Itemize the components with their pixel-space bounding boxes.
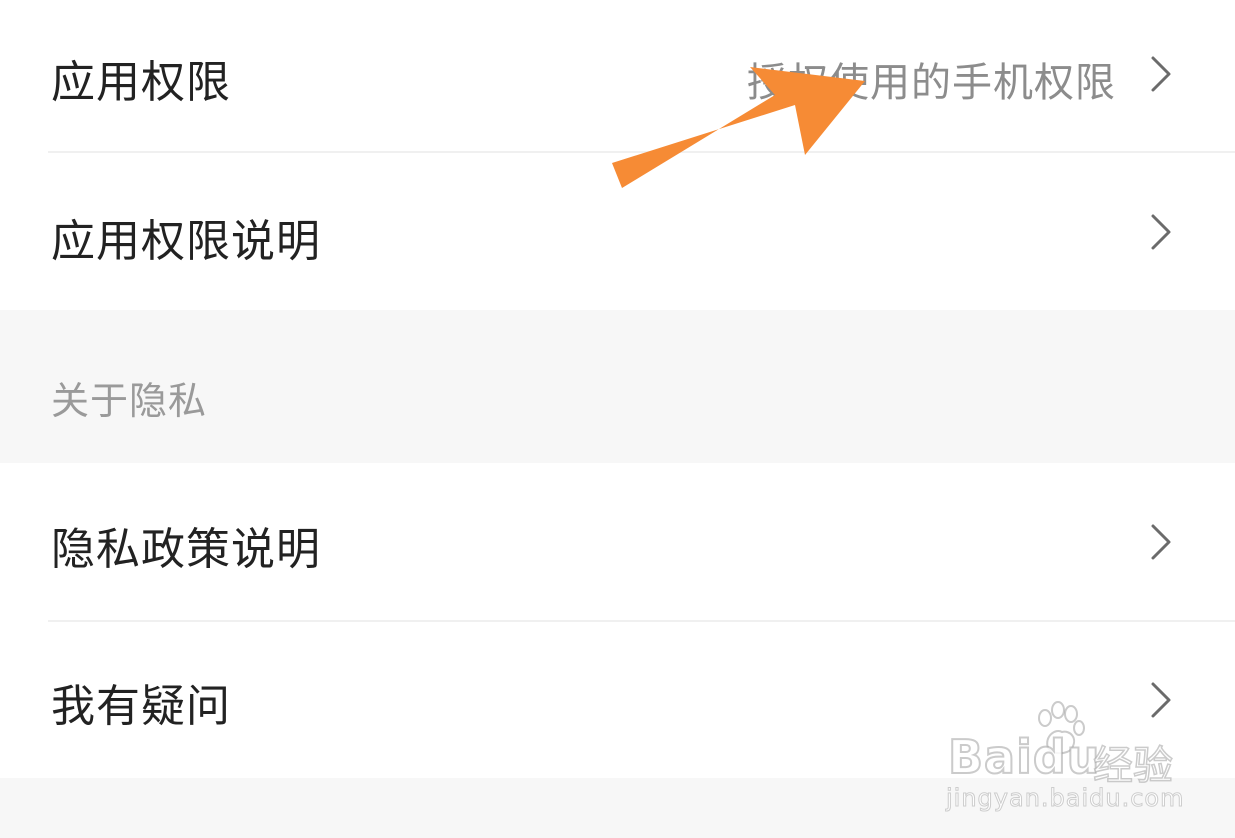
watermark-sub: 经验 [1092,742,1174,790]
app-permissions-info-label: 应用权限说明 [51,216,321,267]
watermark: Baidu 经验 jingyan.baidu.com [930,700,1184,815]
chevron-right-icon [1151,56,1171,92]
app-permissions-row[interactable]: 应用权限 授权使用的手机权限 [0,0,1235,150]
faq-label: 我有疑问 [51,681,231,732]
privacy-policy-label: 隐私政策说明 [51,524,321,575]
watermark-brand: Baidu [947,729,1101,785]
permissions-group: 应用权限 授权使用的手机权限 应用权限说明 [0,0,1235,310]
privacy-policy-row[interactable]: 隐私政策说明 [0,463,1235,620]
app-permissions-value: 授权使用的手机权限 [747,60,1116,106]
app-permissions-label: 应用权限 [51,57,231,108]
chevron-right-icon [1151,524,1171,560]
privacy-section-header: 关于隐私 [51,379,208,423]
watermark-url: jingyan.baidu.com [945,784,1185,813]
chevron-right-icon [1151,214,1171,250]
app-permissions-info-row[interactable]: 应用权限说明 [0,153,1235,310]
